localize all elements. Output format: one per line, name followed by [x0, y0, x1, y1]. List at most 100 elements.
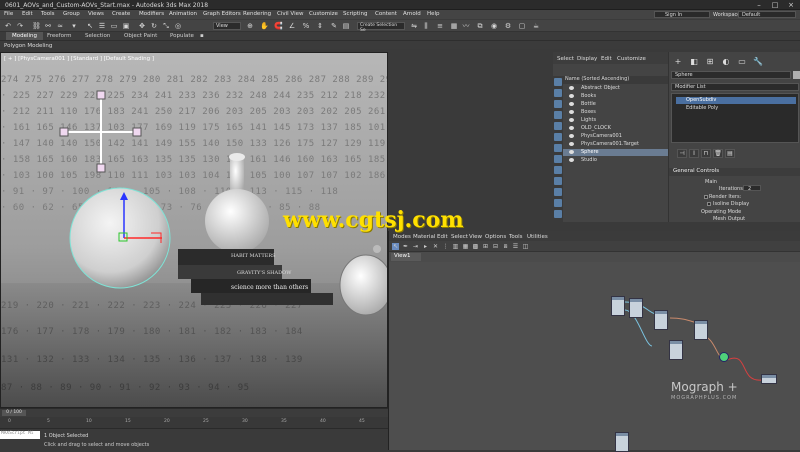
delete-selected-icon[interactable]: ✕ [432, 243, 439, 250]
scene-explorer-icon[interactable]: ▦ [450, 22, 458, 30]
output-node[interactable] [761, 374, 777, 384]
show-map-icon[interactable]: ▦ [462, 243, 469, 250]
visibility-icon[interactable] [569, 102, 574, 106]
iterations-spinner[interactable]: 2 [743, 185, 761, 192]
slate-menu-select[interactable]: Select [451, 234, 468, 240]
show-background-icon[interactable]: ▩ [472, 243, 479, 250]
tab-object-paint[interactable]: Object Paint [124, 33, 157, 39]
workspace-dropdown[interactable]: Default [738, 11, 796, 18]
visibility-icon[interactable] [569, 126, 574, 130]
visibility-icon[interactable] [569, 150, 574, 154]
slate-menu-edit[interactable]: Edit [437, 234, 448, 240]
edit-named-selection-icon[interactable]: ✎ [330, 22, 338, 30]
move-icon[interactable]: ✥ [138, 22, 146, 30]
rendered-frame-window-icon[interactable]: ▢ [518, 22, 526, 30]
hide-unused-icon[interactable]: ▥ [452, 243, 459, 250]
menu-file[interactable]: File [4, 11, 13, 17]
modify-tab-icon[interactable]: ◧ [689, 57, 699, 67]
material-editor-icon[interactable]: ◉ [490, 22, 498, 30]
filter-helpers-icon[interactable] [554, 122, 562, 130]
select-by-name-icon[interactable]: ☰ [98, 22, 106, 30]
pivot-icon[interactable]: ⊕ [246, 22, 254, 30]
select-object-icon[interactable]: ↖ [86, 22, 94, 30]
mirror-icon[interactable]: ⇋ [410, 22, 418, 30]
slate-menu-view[interactable]: View [469, 234, 482, 240]
menu-arnold[interactable]: Arnold [403, 11, 421, 17]
menu-rendering[interactable]: Rendering [243, 11, 271, 17]
menu-graph-editors[interactable]: Graph Editors [203, 11, 241, 17]
render-iters-checkbox[interactable] [704, 195, 708, 199]
viewport-label[interactable]: [ + ] [PhysCamera001 ] [Standard ] [Defa… [4, 56, 154, 62]
rect-selection-icon[interactable]: ▭ [110, 22, 118, 30]
node-view-canvas[interactable]: Mograph + MOGRAPHPLUS.COM [389, 262, 800, 452]
maxscript-listener[interactable]: MAXScript Mi [0, 431, 40, 439]
hierarchy-tab-icon[interactable]: ⊞ [705, 57, 715, 67]
filter-bones-icon[interactable] [554, 166, 562, 174]
filter-containers-icon[interactable] [554, 177, 562, 185]
undo-icon[interactable]: ↶ [4, 22, 12, 30]
slate-menu-utilities[interactable]: Utilities [527, 234, 548, 240]
isoline-display-checkbox[interactable] [707, 202, 711, 206]
scale-icon[interactable]: ⤡ [162, 22, 170, 30]
configure-sets-icon[interactable]: ▤ [725, 149, 735, 158]
filter-groups-icon[interactable] [554, 144, 562, 152]
window-crossing-icon[interactable]: ▣ [122, 22, 130, 30]
modifier-list-dropdown[interactable]: Modifier List [671, 83, 799, 91]
visibility-icon[interactable] [569, 118, 574, 122]
selection-set-dropdown[interactable]: Create Selection Se [357, 22, 405, 33]
curve-editor-icon[interactable]: 〰 [462, 22, 470, 30]
assign-material-icon[interactable]: ▸ [422, 243, 429, 250]
link-icon[interactable]: ⛓ [32, 22, 41, 30]
filter-lights-icon[interactable] [554, 100, 562, 108]
se-menu-edit[interactable]: Edit [601, 56, 612, 62]
menu-help[interactable]: Help [427, 11, 440, 17]
menu-scripting[interactable]: Scripting [343, 11, 367, 17]
menu-animation[interactable]: Animation [169, 11, 197, 17]
angle-snap-icon[interactable]: ∠ [288, 22, 296, 30]
visibility-icon[interactable] [569, 94, 574, 98]
modifier-opensubdiv[interactable]: OpenSubdiv [676, 97, 796, 104]
menu-customize[interactable]: Customize [309, 11, 338, 17]
object-name-field[interactable]: Sphere [671, 71, 791, 79]
redo-icon[interactable]: ↷ [16, 22, 24, 30]
minimize-icon[interactable]: – [752, 1, 766, 9]
filter-all-icon[interactable] [554, 210, 562, 218]
make-unique-icon[interactable]: ⊓ [701, 149, 711, 158]
slate-menu-tools[interactable]: Tools [509, 234, 523, 240]
remove-modifier-icon[interactable]: 🗑 [713, 149, 723, 158]
menu-modifiers[interactable]: Modifiers [139, 11, 164, 17]
schematic-view-icon[interactable]: ⧉ [476, 22, 484, 30]
se-item-books[interactable]: Books [563, 93, 668, 100]
percent-snap-icon[interactable]: % [302, 22, 310, 30]
menu-tools[interactable]: Tools [41, 11, 55, 17]
material-node[interactable] [694, 320, 708, 340]
slate-menu-options[interactable]: Options [485, 234, 506, 240]
layer-explorer-icon[interactable]: ≡ [436, 22, 444, 30]
utilities-tab-icon[interactable]: 🔧 [753, 57, 763, 67]
slate-menu-modes[interactable]: Modes [393, 234, 411, 240]
modifier-editable-poly[interactable]: Editable Poly [676, 105, 796, 112]
show-end-result-icon[interactable]: Ⅰ [689, 149, 699, 158]
filter-hidden-icon[interactable] [554, 199, 562, 207]
material-node[interactable] [611, 296, 625, 316]
filter-cameras-icon[interactable] [554, 111, 562, 119]
menu-create[interactable]: Create [112, 11, 130, 17]
se-item-old-clock[interactable]: OLD_CLOCK [563, 125, 668, 132]
general-controls-rollout[interactable]: General Controls [669, 168, 800, 176]
filter-geometry-icon[interactable] [554, 78, 562, 86]
material-preview-sphere[interactable] [719, 352, 729, 362]
menu-views[interactable]: Views [88, 11, 104, 17]
filter-shapes-icon[interactable] [554, 89, 562, 97]
spinner-snap-icon[interactable]: ⇕ [316, 22, 324, 30]
motion-tab-icon[interactable]: ◐ [721, 57, 731, 67]
select-tool-icon[interactable]: ↖ [392, 243, 399, 250]
se-column-header[interactable]: Name (Sorted Ascending) [563, 76, 668, 84]
se-item-sphere[interactable]: Sphere [563, 149, 668, 156]
snap-icon[interactable]: 🧲 [274, 22, 283, 30]
tab-modeling[interactable]: Modeling [6, 32, 44, 40]
placement-icon[interactable]: ◎ [174, 22, 182, 30]
select-by-material-icon[interactable]: ◫ [522, 243, 529, 250]
menu-civil-view[interactable]: Civil View [277, 11, 303, 17]
tab-selection[interactable]: Selection [85, 33, 110, 39]
track-bar[interactable]: 0 5 10 15 20 25 30 35 40 45 [0, 417, 388, 428]
